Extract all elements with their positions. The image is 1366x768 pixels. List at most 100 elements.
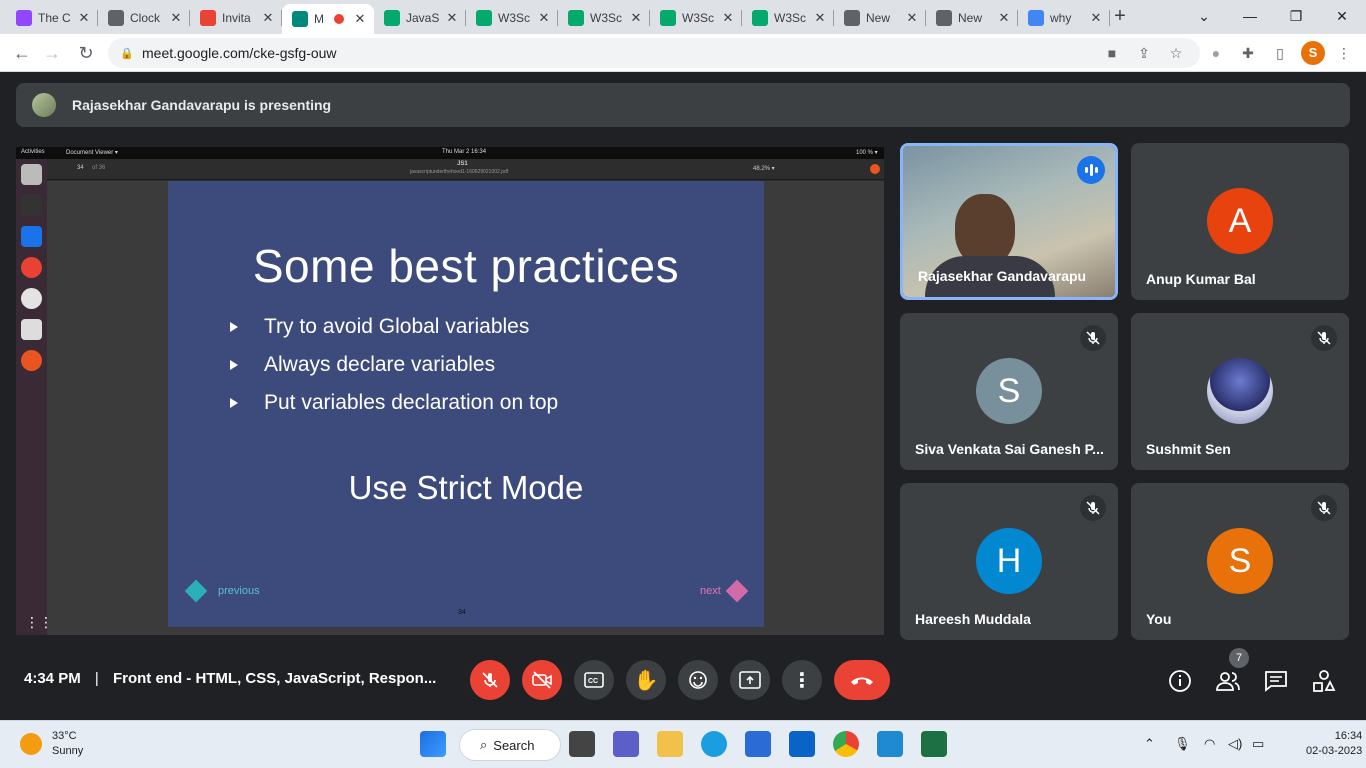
participant-tile[interactable]: S Siva Venkata Sai Ganesh P... [900, 313, 1118, 470]
new-tab-button[interactable]: + [1110, 6, 1130, 26]
close-tab-icon[interactable]: ✕ [168, 10, 184, 26]
browser-tab[interactable]: New ✕ [834, 4, 926, 32]
participant-tile-self[interactable]: S You [1131, 483, 1349, 640]
reload-icon[interactable]: ↻ [74, 41, 98, 65]
camera-toggle-button[interactable] [522, 660, 562, 700]
participant-tile[interactable]: Sushmit Sen [1131, 313, 1349, 470]
extensions-icon[interactable]: ✚ [1238, 43, 1258, 63]
back-icon[interactable]: ← [10, 41, 34, 65]
w3schools-icon [752, 10, 768, 26]
minimize-button[interactable]: — [1230, 4, 1270, 28]
reactions-button[interactable] [678, 660, 718, 700]
weather-widget[interactable]: 33°C Sunny [20, 729, 83, 759]
browser-tab[interactable]: The C ✕ [6, 4, 98, 32]
edge-icon[interactable] [701, 731, 727, 757]
zoom-select[interactable]: 48.2% ▾ [753, 165, 775, 172]
close-viewer-icon[interactable] [870, 164, 880, 174]
browser-tab[interactable]: Clock ✕ [98, 4, 190, 32]
browser-tab[interactable]: W3Sc ✕ [742, 4, 834, 32]
browser-tab[interactable]: W3Sc ✕ [650, 4, 742, 32]
windows-start-icon[interactable] [420, 731, 446, 757]
close-tab-icon[interactable]: ✕ [720, 10, 736, 26]
side-panel-icon[interactable]: ▯ [1270, 43, 1290, 63]
present-now-button[interactable] [730, 660, 770, 700]
browser-tab[interactable]: M ✕ [282, 4, 374, 34]
leave-call-button[interactable] [834, 660, 890, 700]
taskbar-search[interactable]: ⌕ Search [459, 729, 561, 761]
close-tab-icon[interactable]: ✕ [352, 11, 368, 27]
maximize-button[interactable]: ❐ [1276, 4, 1316, 28]
close-tab-icon[interactable]: ✕ [536, 10, 552, 26]
vscode-icon[interactable] [21, 226, 42, 247]
people-button[interactable] [1215, 668, 1241, 694]
vscode-taskbar-icon[interactable] [877, 731, 903, 757]
browser-tab[interactable]: why ✕ [1018, 4, 1110, 32]
teams-icon[interactable] [613, 731, 639, 757]
mail-icon[interactable] [789, 731, 815, 757]
task-view-icon[interactable] [569, 731, 595, 757]
browser-tab[interactable]: W3Sc ✕ [558, 4, 650, 32]
close-tab-icon[interactable]: ✕ [76, 10, 92, 26]
chat-button[interactable] [1263, 668, 1289, 694]
software-center-icon[interactable] [21, 350, 42, 371]
browser-tab[interactable]: W3Sc ✕ [466, 4, 558, 32]
close-tab-icon[interactable]: ✕ [260, 10, 276, 26]
store-icon[interactable] [745, 731, 771, 757]
microphone-icon[interactable]: 🎙 [1174, 736, 1191, 752]
document-viewer-icon[interactable] [21, 319, 42, 340]
chrome-icon [936, 10, 952, 26]
participant-tile[interactable]: A Anup Kumar Bal [1131, 143, 1349, 300]
captions-button[interactable]: CC [574, 660, 614, 700]
page-input[interactable]: 34 [77, 165, 84, 171]
tray-chevron-icon[interactable]: ⌃ [1144, 736, 1155, 752]
menu-kebab-icon[interactable]: ⋮ [1334, 43, 1354, 63]
wifi-icon[interactable]: ◠ [1204, 736, 1215, 752]
tab-title: W3Sc [590, 11, 623, 25]
slide-page-number: 34 [458, 609, 466, 616]
participant-tile-presenter[interactable]: Rajasekhar Gandavarapu [900, 143, 1118, 300]
forward-icon[interactable]: → [40, 41, 64, 65]
close-tab-icon[interactable]: ✕ [444, 10, 460, 26]
shared-screen: Activities Document Viewer ▾ Thu Mar 2 1… [16, 147, 884, 635]
participant-tile[interactable]: H Hareesh Muddala [900, 483, 1118, 640]
close-tab-icon[interactable]: ✕ [996, 10, 1012, 26]
tab-title: W3Sc [774, 11, 807, 25]
chrome-icon[interactable] [21, 257, 42, 278]
meeting-details-button[interactable] [1167, 668, 1193, 694]
excel-icon[interactable] [921, 731, 947, 757]
volume-icon[interactable]: ◁) [1228, 736, 1242, 752]
bookmark-star-icon[interactable]: ☆ [1166, 43, 1186, 63]
share-icon[interactable]: ⇪ [1134, 43, 1154, 63]
battery-icon[interactable]: ▭ [1252, 736, 1264, 752]
browser-tab[interactable]: Invita ✕ [190, 4, 282, 32]
clock-icon [108, 10, 124, 26]
address-bar[interactable]: 🔒 meet.google.com/cke-gsfg-ouw [108, 38, 1200, 68]
slack-icon[interactable] [21, 288, 42, 309]
chrome-taskbar-icon[interactable] [833, 731, 859, 757]
tab-title: JavaS [406, 11, 440, 25]
page-of-label: of 36 [92, 165, 106, 171]
raise-hand-button[interactable]: ✋ [626, 660, 666, 700]
tab-search-icon[interactable]: ⌄ [1184, 4, 1224, 28]
grammarly-icon[interactable]: ● [1206, 43, 1226, 63]
activities-button[interactable] [1311, 668, 1337, 694]
taskbar-clock[interactable]: 16:34 02-03-2023 [1306, 729, 1362, 759]
activities-label: Activities [21, 149, 45, 155]
close-tab-icon[interactable]: ✕ [628, 10, 644, 26]
profile-avatar[interactable]: S [1301, 41, 1325, 65]
terminal-icon[interactable] [21, 195, 42, 216]
files-icon[interactable] [21, 164, 42, 185]
close-tab-icon[interactable]: ✕ [812, 10, 828, 26]
close-tab-icon[interactable]: ✕ [1088, 10, 1104, 26]
camera-blocked-icon[interactable]: ■ [1102, 43, 1122, 63]
mic-toggle-button[interactable] [470, 660, 510, 700]
doc-title: JS1 [457, 161, 468, 167]
browser-tab[interactable]: JavaS ✕ [374, 4, 466, 32]
close-tab-icon[interactable]: ✕ [904, 10, 920, 26]
participant-avatar: S [1207, 528, 1273, 594]
file-explorer-icon[interactable] [657, 731, 683, 757]
browser-tab[interactable]: New ✕ [926, 4, 1018, 32]
more-options-button[interactable]: ⋮ [782, 660, 822, 700]
close-window-button[interactable]: ✕ [1322, 4, 1362, 28]
tab-title: New [958, 11, 983, 25]
